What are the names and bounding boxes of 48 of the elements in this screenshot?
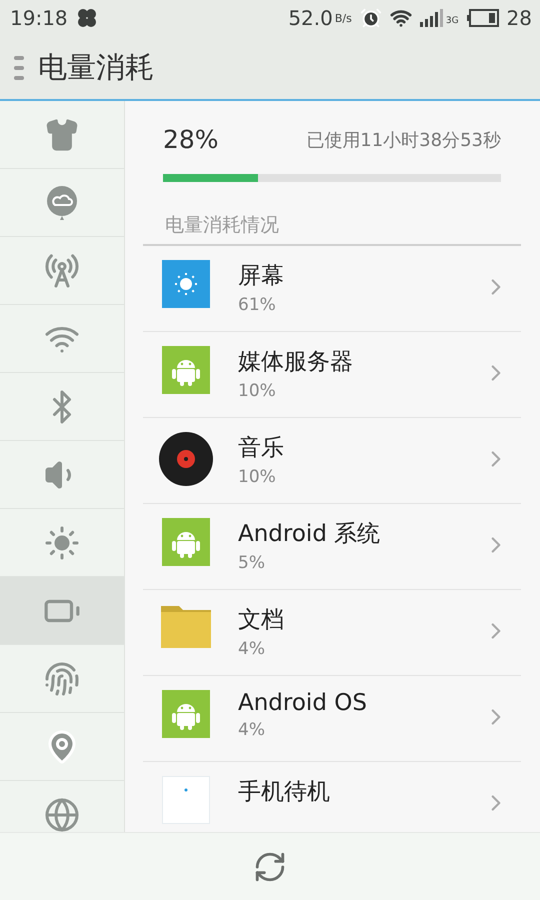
app-percent: 10% bbox=[238, 381, 277, 401]
standby-icon bbox=[162, 776, 210, 824]
globe-icon bbox=[44, 796, 80, 832]
android-icon bbox=[162, 690, 210, 738]
wifi-icon bbox=[390, 7, 412, 29]
clock-time: 19:18 bbox=[10, 6, 68, 30]
app-usage-row[interactable]: 音乐 10% bbox=[143, 418, 521, 504]
app-name: Android OS bbox=[238, 690, 368, 716]
app-percent: 4% bbox=[238, 639, 266, 659]
page-title: 电量消耗 bbox=[38, 48, 154, 86]
network-type: 3G bbox=[446, 16, 459, 26]
clover-icon bbox=[76, 7, 98, 29]
shirt-icon bbox=[45, 118, 79, 152]
app-usage-row[interactable]: 文档 4% bbox=[143, 590, 521, 676]
brightness-app-icon bbox=[162, 260, 210, 308]
app-percent: 61% bbox=[238, 295, 277, 315]
app-name: 手机待机 bbox=[238, 778, 331, 807]
app-name: 文档 bbox=[238, 606, 285, 635]
speed-unit: B/s bbox=[334, 12, 352, 24]
folder-icon bbox=[161, 604, 211, 648]
battery-percentage: 28% bbox=[163, 125, 219, 154]
usage-time: 已使用11小时38分53秒 bbox=[306, 128, 501, 152]
app-percent: 5% bbox=[238, 553, 266, 573]
app-percent: 4% bbox=[238, 720, 266, 740]
app-usage-row[interactable]: 媒体服务器 10% bbox=[143, 332, 521, 418]
app-usage-row[interactable]: Android OS 4% bbox=[143, 676, 521, 762]
app-name: 媒体服务器 bbox=[238, 348, 354, 377]
network-speed: 52.0 bbox=[288, 6, 333, 30]
app-usage-row[interactable]: Android 系统 5% bbox=[143, 504, 521, 590]
cloud-icon bbox=[45, 184, 79, 222]
menu-icon[interactable] bbox=[14, 56, 24, 80]
section-title: 电量消耗情况 bbox=[165, 214, 279, 236]
app-name: 屏幕 bbox=[238, 262, 285, 291]
battery-percent: 28 bbox=[506, 6, 532, 30]
alarm-icon bbox=[360, 7, 382, 29]
app-usage-row[interactable]: 屏幕 61% bbox=[143, 246, 521, 332]
app-percent: 10% bbox=[238, 467, 277, 487]
fingerprint-icon bbox=[44, 660, 80, 696]
android-icon bbox=[162, 518, 210, 566]
android-icon bbox=[162, 346, 210, 394]
vinyl-disc-icon bbox=[159, 432, 213, 486]
app-name: Android 系统 bbox=[238, 520, 382, 549]
brightness-icon bbox=[44, 524, 80, 560]
sidebar-item[interactable] bbox=[0, 577, 124, 645]
battery-icon bbox=[466, 9, 499, 27]
radio-tower-icon bbox=[44, 252, 80, 288]
signal-icon bbox=[420, 9, 444, 27]
app-name: 音乐 bbox=[238, 434, 285, 463]
